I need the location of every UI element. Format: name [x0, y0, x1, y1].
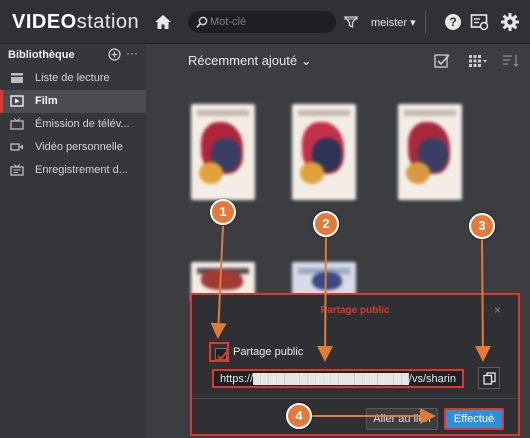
sidebar-item-label: Liste de lecture: [35, 72, 110, 84]
sort-icon[interactable]: [502, 54, 520, 68]
camera-icon: [10, 143, 23, 151]
step-badge-3: 3: [469, 213, 495, 239]
task-queue-icon[interactable]: [470, 13, 489, 31]
recently-added-dropdown[interactable]: Récemment ajouté ⌄: [188, 53, 312, 69]
svg-text:?: ?: [449, 15, 456, 29]
public-share-dialog: Partage public × Partage public Aller au…: [190, 293, 520, 436]
done-button[interactable]: Effectué: [444, 408, 504, 430]
movie-poster[interactable]: [191, 104, 255, 200]
dialog-title: Partage public: [320, 305, 390, 316]
sidebar-item-playlist[interactable]: Liste de lecture: [0, 67, 146, 90]
sidebar: Bibliothèque ··· Liste de lecture Film É…: [0, 45, 146, 438]
checkbox-highlight: [209, 342, 229, 362]
gear-icon[interactable]: [500, 12, 520, 32]
toolbar-divider: [425, 10, 426, 34]
movie-poster[interactable]: [398, 104, 462, 200]
sidebar-item-film[interactable]: Film: [0, 90, 146, 113]
step-badge-2: 2: [313, 211, 339, 237]
sidebar-item-recording[interactable]: Enregistrement d...: [0, 159, 146, 182]
search-input[interactable]: [210, 14, 328, 30]
tv-icon: [10, 118, 24, 130]
sidebar-item-label: Film: [35, 95, 58, 107]
search-icon: [196, 16, 208, 28]
search-box: [188, 11, 336, 33]
checkbox-label: Partage public: [233, 346, 304, 358]
app-logo: VIDEOstation: [12, 11, 139, 34]
playlist-icon: [11, 73, 23, 83]
help-icon[interactable]: ?: [444, 13, 462, 31]
step-badge-4: 4: [286, 403, 312, 429]
copy-icon: [483, 372, 496, 385]
share-link-field[interactable]: [212, 369, 464, 388]
more-options-icon[interactable]: ···: [126, 46, 138, 60]
sidebar-item-label: Enregistrement d...: [35, 164, 128, 176]
recording-icon: [10, 164, 24, 176]
public-share-checkbox[interactable]: [215, 348, 228, 361]
film-icon: [10, 95, 24, 107]
checkmark-icon: [217, 351, 228, 361]
select-mode-icon[interactable]: [434, 53, 450, 69]
go-to-link-button[interactable]: Aller au lien: [366, 408, 438, 430]
dialog-footer-divider: [192, 398, 518, 399]
sidebar-item-home-video[interactable]: Vidéo personnelle: [0, 136, 146, 159]
home-icon[interactable]: [153, 12, 173, 32]
movie-poster[interactable]: [292, 104, 356, 200]
sidebar-item-label: Vidéo personnelle: [35, 141, 123, 153]
filter-icon[interactable]: [343, 14, 359, 30]
logo-light-text: station: [76, 11, 140, 33]
user-menu[interactable]: meister ▾: [371, 16, 416, 29]
top-bar: VIDEOstation meister ▾ ?: [0, 0, 530, 44]
copy-link-button[interactable]: [478, 367, 500, 389]
sidebar-item-tv-show[interactable]: Émission de télév...: [0, 113, 146, 136]
logo-bold-text: VIDEO: [12, 11, 77, 33]
library-heading: Bibliothèque: [8, 49, 75, 61]
grid-view-icon[interactable]: [468, 54, 488, 68]
close-icon[interactable]: ×: [494, 303, 501, 317]
step-badge-1: 1: [210, 199, 236, 225]
sidebar-item-label: Émission de télév...: [35, 118, 130, 130]
add-library-icon[interactable]: [108, 48, 121, 61]
